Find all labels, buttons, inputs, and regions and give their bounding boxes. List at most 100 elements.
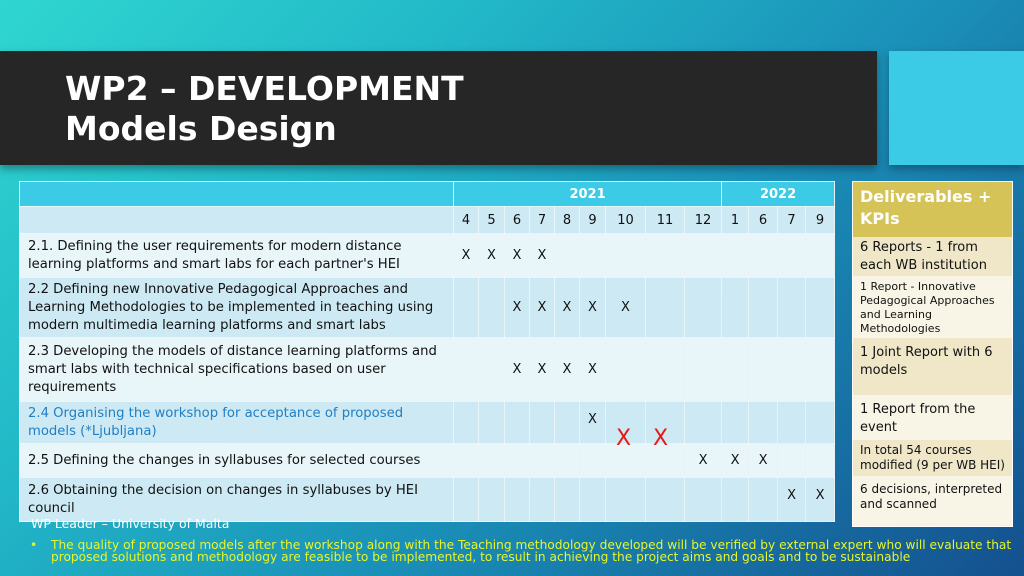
schedule-mark: X [504, 277, 530, 338]
schedule-mark [683, 337, 723, 402]
schedule-mark [683, 477, 723, 522]
bullet-icon: • [30, 538, 38, 552]
schedule-mark: X [748, 443, 779, 478]
task-label: 2.3 Developing the models of distance le… [19, 337, 454, 402]
schedule-mark [605, 337, 646, 402]
schedule-mark: X [504, 337, 530, 402]
schedule-mark: X [504, 233, 530, 278]
schedule-mark [777, 443, 807, 478]
schedule-mark: X [721, 443, 750, 478]
title-bar: WP2 – DEVELOPMENT Models Design [0, 51, 877, 165]
schedule-mark [605, 233, 646, 278]
deliverable-item: 1 Joint Report with 6 models [853, 338, 1012, 395]
schedule-mark [645, 233, 685, 278]
task-label: 2.2 Defining new Innovative Pedagogical … [19, 277, 454, 338]
schedule-mark [579, 477, 606, 522]
month-cell: 12 [683, 206, 723, 234]
schedule-mark: X [683, 443, 723, 478]
schedule-mark [777, 233, 807, 278]
schedule-mark [683, 233, 723, 278]
schedule-mark [453, 401, 479, 444]
schedule-mark [721, 277, 750, 338]
schedule-mark [579, 443, 606, 478]
month-cell: 7 [529, 206, 555, 234]
schedule-mark: X [478, 233, 505, 278]
schedule-mark [554, 443, 580, 478]
month-cell: 4 [453, 206, 479, 234]
task-header-cell [19, 181, 454, 207]
task-row: 2.2 Defining new Innovative Pedagogical … [19, 277, 836, 338]
month-cell: 8 [554, 206, 580, 234]
schedule-mark [453, 337, 479, 402]
task-label: 2.5 Defining the changes in syllabuses f… [19, 443, 454, 478]
schedule-mark [721, 401, 750, 444]
month-cell: 9 [805, 206, 836, 234]
year-2022: 2022 [721, 181, 836, 207]
schedule-mark [478, 401, 505, 444]
schedule-mark [805, 277, 836, 338]
month-cell: 11 [645, 206, 685, 234]
schedule-mark [529, 401, 555, 444]
schedule-mark: X [554, 337, 580, 402]
schedule-mark [453, 277, 479, 338]
task-row: 2.3 Developing the models of distance le… [19, 337, 836, 402]
task-row: 2.1. Defining the user requirements for … [19, 233, 836, 278]
task-rows: 2.1. Defining the user requirements for … [19, 233, 836, 522]
schedule-mark [805, 401, 836, 444]
schedule-mark [554, 233, 580, 278]
year-2021: 2021 [452, 181, 723, 207]
schedule-mark [721, 233, 750, 278]
month-cell: 10 [605, 206, 646, 234]
wp-leader-label: WP Leader – University of Malta [31, 516, 230, 531]
schedule-mark [748, 401, 779, 444]
schedule-mark [777, 337, 807, 402]
deliverable-item: 1 Report from the event [853, 395, 1012, 440]
schedule-mark: X [805, 477, 836, 522]
schedule-mark [529, 443, 555, 478]
schedule-mark [748, 337, 779, 402]
task-label: 2.1. Defining the user requirements for … [19, 233, 454, 278]
schedule-mark [777, 277, 807, 338]
task-header-blank [19, 206, 454, 234]
schedule-mark: X [605, 277, 646, 338]
schedule-mark [504, 401, 530, 444]
task-row: 2.6 Obtaining the decision on changes in… [19, 477, 836, 522]
schedule-mark: X [579, 401, 606, 444]
schedule-table: 2021 2022 4 5 6 7 8 9 10 11 12 1 6 7 9 2… [19, 181, 836, 522]
task-row: 2.5 Defining the changes in syllabuses f… [19, 443, 836, 478]
red-x-mark: X [653, 426, 669, 451]
schedule-mark [748, 233, 779, 278]
schedule-mark: X [579, 337, 606, 402]
year-header-row: 2021 2022 [19, 181, 836, 207]
schedule-mark [683, 401, 723, 444]
schedule-mark [721, 337, 750, 402]
schedule-mark [805, 337, 836, 402]
schedule-mark [529, 477, 555, 522]
month-cell: 5 [478, 206, 505, 234]
schedule-mark [645, 277, 685, 338]
schedule-mark [478, 443, 505, 478]
deliverable-item: In total 54 courses modified (9 per WB H… [853, 440, 1012, 476]
schedule-mark [805, 233, 836, 278]
schedule-mark [645, 337, 685, 402]
schedule-mark: X [529, 337, 555, 402]
schedule-mark [645, 477, 685, 522]
schedule-mark [721, 477, 750, 522]
schedule-mark [504, 443, 530, 478]
quality-note-text: The quality of proposed models after the… [51, 538, 1012, 564]
deliverables-panel: Deliverables + KPIs 6 Reports - 1 from e… [852, 181, 1013, 527]
schedule-mark [453, 477, 479, 522]
schedule-mark: X [529, 277, 555, 338]
month-header-row: 4 5 6 7 8 9 10 11 12 1 6 7 9 [19, 206, 836, 234]
schedule-mark [453, 443, 479, 478]
schedule-mark: X [554, 277, 580, 338]
month-cell: 6 [748, 206, 779, 234]
slide-subtitle: Models Design [65, 109, 337, 148]
red-x-mark: X [616, 426, 632, 451]
schedule-mark [554, 401, 580, 444]
schedule-mark: X [453, 233, 479, 278]
schedule-mark [478, 477, 505, 522]
deliverable-item: 1 Report - Innovative Pedagogical Approa… [853, 276, 1012, 338]
schedule-mark [554, 477, 580, 522]
quality-note: • The quality of proposed models after t… [30, 539, 1020, 563]
